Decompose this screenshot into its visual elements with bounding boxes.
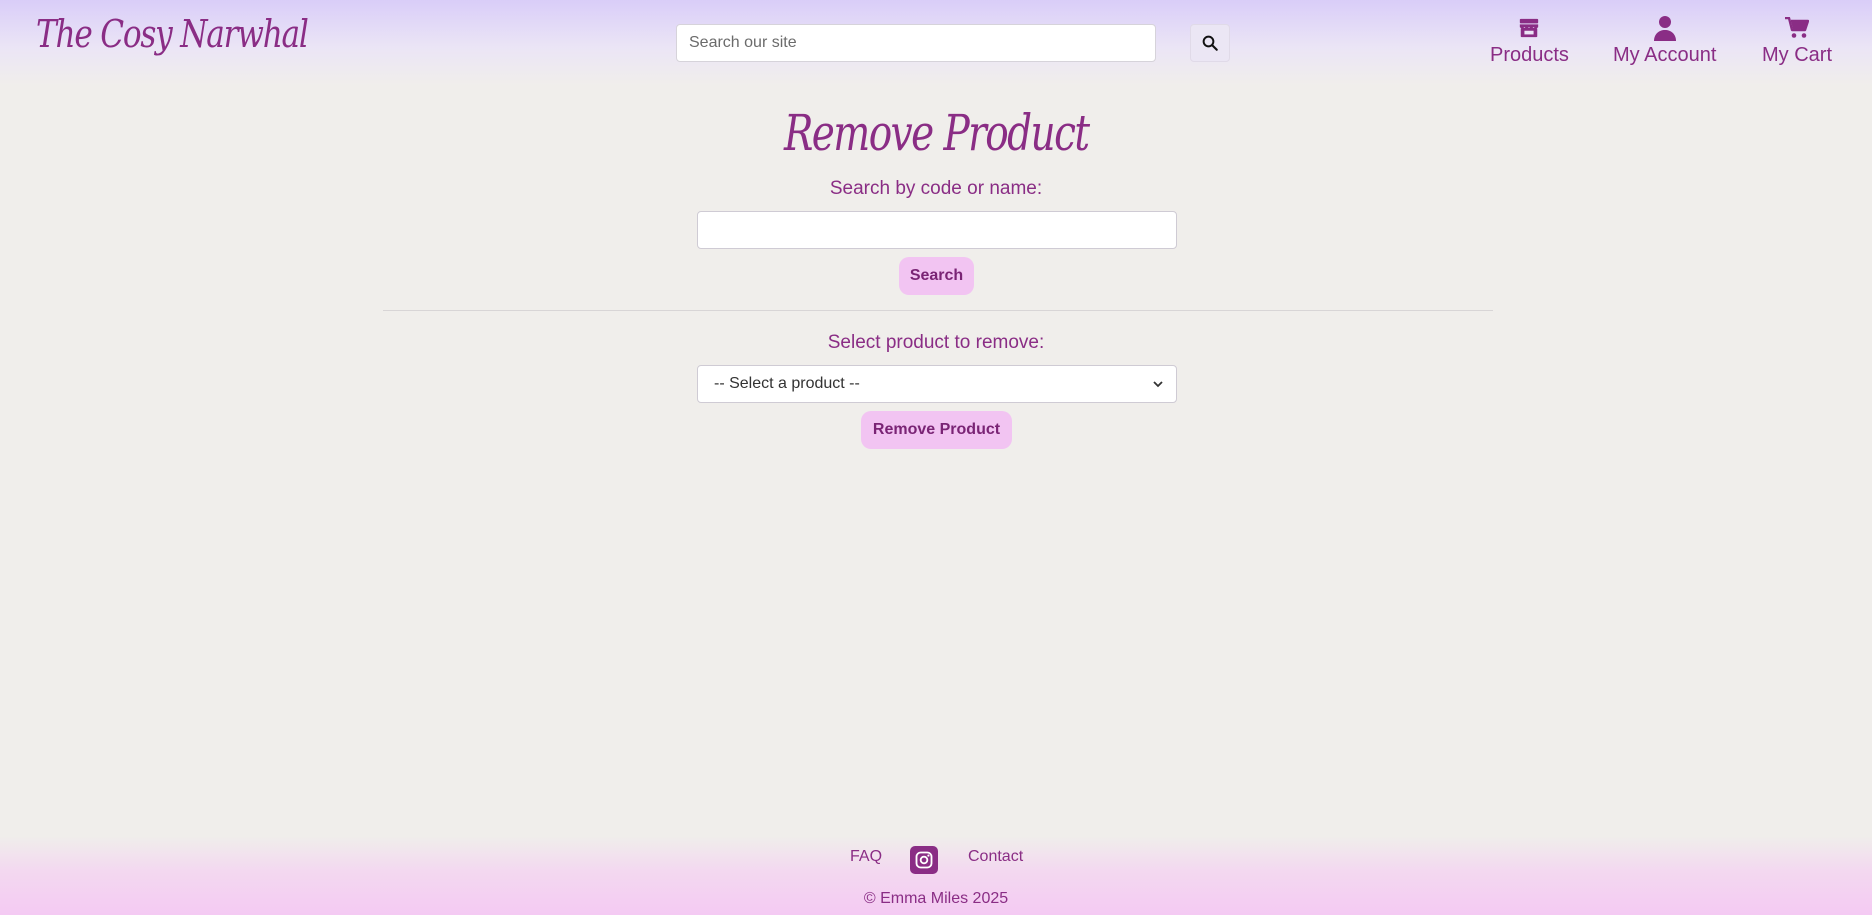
nav-products-label: Products: [1490, 44, 1569, 66]
nav-my-account-label: My Account: [1613, 44, 1717, 66]
product-select-value: -- Select a product --: [714, 375, 860, 392]
nav-my-cart[interactable]: My Cart: [1762, 14, 1832, 67]
site-logo[interactable]: The Cosy Narwhal: [36, 12, 309, 56]
section-divider: [383, 310, 1493, 311]
search-icon: [1202, 35, 1218, 51]
nav-my-account[interactable]: My Account: [1613, 14, 1716, 67]
site-search-input[interactable]: [676, 24, 1156, 62]
chevron-down-icon: [1153, 381, 1163, 388]
page-title: Remove Product: [0, 104, 1872, 162]
search-button[interactable]: Search: [899, 257, 974, 295]
search-label: Search by code or name:: [829, 178, 1043, 199]
page-title-text: Remove Product: [783, 104, 1090, 162]
remove-product-button[interactable]: Remove Product: [861, 411, 1012, 449]
site-search-button[interactable]: [1190, 24, 1230, 62]
instagram-icon: [915, 851, 933, 869]
nav-products[interactable]: Products: [1490, 14, 1569, 67]
instagram-link[interactable]: [910, 846, 938, 874]
site-search-wrap: [676, 24, 1156, 62]
cart-icon: [1785, 14, 1809, 42]
product-select[interactable]: -- Select a product --: [697, 365, 1177, 403]
nav-my-cart-label: My Cart: [1762, 44, 1832, 66]
footer-link-contact[interactable]: Contact: [968, 848, 1023, 866]
user-icon: [1653, 14, 1677, 42]
footer-link-faq[interactable]: FAQ: [850, 848, 882, 866]
store-icon: [1518, 14, 1540, 42]
product-search-input[interactable]: [697, 211, 1177, 249]
select-label: Select product to remove:: [827, 332, 1045, 353]
copyright-text: © Emma Miles 2025: [863, 890, 1009, 907]
